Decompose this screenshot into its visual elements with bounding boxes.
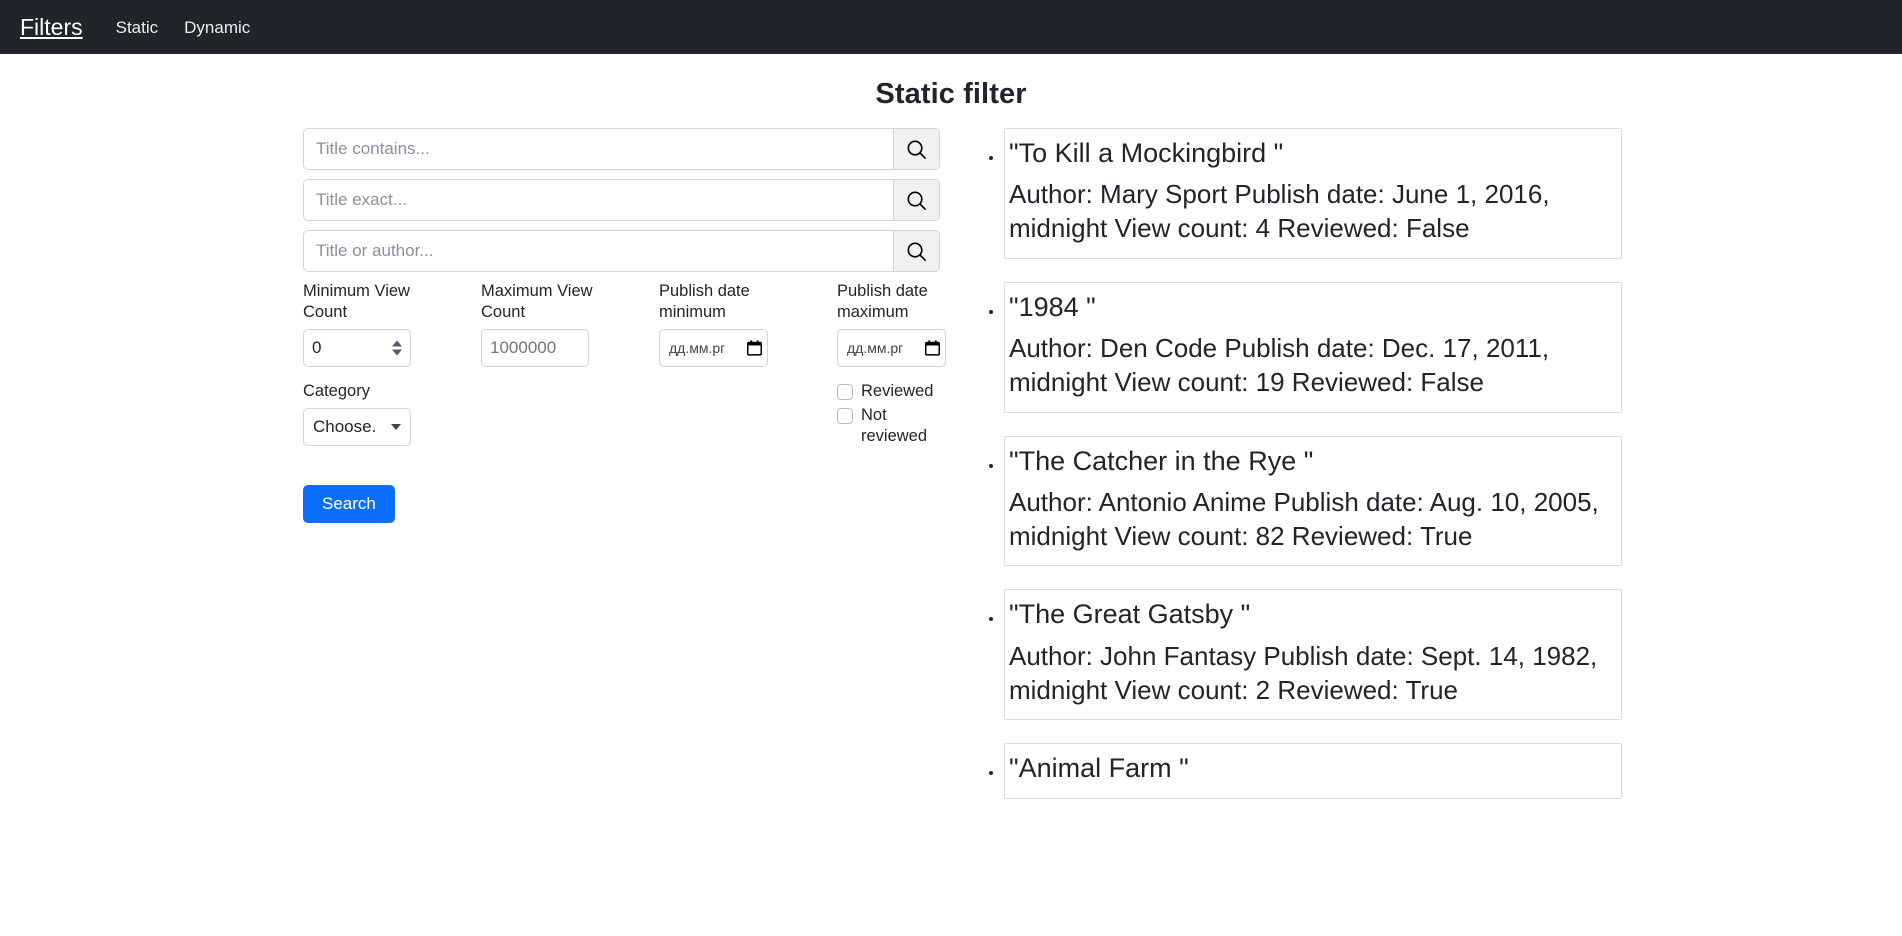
title-exact-group (303, 179, 940, 221)
book-meta: Author: Antonio Anime Publish date: Aug.… (1009, 486, 1599, 552)
max-view-count-label: Maximum View Count (481, 282, 593, 322)
publish-date-min-label: Publish date minimum (659, 282, 750, 322)
not-reviewed-checkbox-label: Not reviewed (861, 406, 928, 446)
calendar-icon[interactable] (747, 340, 762, 356)
list-item: "Animal Farm " (1004, 743, 1622, 800)
book-meta: Author: Den Code Publish date: Dec. 17, … (1009, 332, 1550, 398)
spacer-cell-2 (659, 381, 837, 450)
publish-date-min-input[interactable]: дд.мм.рг (659, 329, 768, 368)
book-meta: Author: John Fantasy Publish date: Sept.… (1009, 640, 1598, 705)
book-title: "To Kill a Mockingbird " (1009, 138, 1284, 168)
book-title: "Animal Farm " (1009, 753, 1189, 784)
reviewed-checkbox-label: Reviewed (861, 382, 934, 401)
calendar-icon[interactable] (925, 340, 940, 356)
results-list: "To Kill a Mockingbird " Author: Mary Sp… (982, 128, 1622, 800)
chevron-down-icon (391, 424, 401, 431)
publish-date-min-placeholder: дд.мм.рг (669, 340, 726, 357)
nav-link-static[interactable]: Static (116, 19, 159, 36)
not-reviewed-checkbox[interactable] (837, 408, 853, 425)
nav-link-dynamic[interactable]: Dynamic (184, 19, 250, 36)
search-icon (907, 191, 926, 210)
category-and-review-row: Category Choose. Reviewed Not reviewed (303, 381, 968, 450)
publish-date-max-label: Publish date maximum (837, 282, 928, 322)
navbar-brand[interactable]: Filters (20, 15, 83, 39)
filter-form: Minimum View Count Maximum View Count Pu… (303, 128, 968, 523)
title-contains-input[interactable] (303, 128, 893, 170)
search-icon-button-title-or-author[interactable] (893, 230, 940, 272)
stepper-down-icon[interactable] (392, 349, 402, 356)
list-item: "1984 " Author: Den Code Publish date: D… (1004, 281, 1622, 413)
category-cell: Category Choose. (303, 381, 481, 450)
title-exact-input[interactable] (303, 179, 893, 221)
min-view-count-label: Minimum View Count (303, 282, 410, 322)
filter-fields-row: Minimum View Count Maximum View Count Pu… (303, 281, 968, 368)
search-icon (907, 140, 926, 159)
book-card: "Animal Farm " (1004, 743, 1622, 800)
page-title: Static filter (875, 78, 1027, 110)
book-card: "The Great Gatsby " Author: John Fantasy… (1004, 589, 1622, 721)
book-card: "To Kill a Mockingbird " Author: Mary Sp… (1004, 128, 1622, 259)
stepper-up-icon[interactable] (392, 340, 402, 347)
min-view-count-wrap (303, 329, 411, 368)
navbar: Filters Static Dynamic (0, 0, 1902, 54)
search-icon-button-title-contains[interactable] (893, 128, 940, 170)
min-view-count-cell: Minimum View Count (303, 281, 481, 368)
page-layout: Minimum View Count Maximum View Count Pu… (0, 128, 1902, 822)
max-view-count-input[interactable] (481, 329, 589, 368)
reviewed-checkbox[interactable] (837, 384, 853, 401)
category-label: Category (303, 382, 370, 401)
search-icon-button-title-exact[interactable] (893, 179, 940, 221)
category-select[interactable]: Choose. (303, 408, 411, 447)
search-icon (907, 242, 926, 261)
book-card: "1984 " Author: Den Code Publish date: D… (1004, 281, 1622, 413)
publish-date-max-placeholder: дд.мм.рг (847, 340, 904, 357)
category-selected-value: Choose. (313, 417, 377, 437)
book-title: "The Great Gatsby " (1009, 599, 1251, 630)
book-title: "1984 " (1009, 291, 1096, 322)
list-item: "The Great Gatsby " Author: John Fantasy… (1004, 589, 1622, 721)
results-panel: "To Kill a Mockingbird " Author: Mary Sp… (982, 128, 1622, 822)
max-view-count-cell: Maximum View Count (481, 281, 659, 368)
title-or-author-group (303, 230, 940, 272)
publish-date-max-input[interactable]: дд.мм.рг (837, 329, 946, 368)
list-item: "The Catcher in the Rye " Author: Antoni… (1004, 435, 1622, 567)
publish-date-min-cell: Publish date minimum дд.мм.рг (659, 281, 837, 368)
quantity-stepper[interactable] (392, 340, 405, 356)
title-contains-group (303, 128, 940, 170)
search-submit-button[interactable]: Search (303, 484, 395, 523)
spacer-cell (481, 381, 659, 450)
book-meta: Author: Mary Sport Publish date: June 1,… (1009, 179, 1550, 244)
book-title: "The Catcher in the Rye " (1009, 445, 1314, 476)
title-or-author-input[interactable] (303, 230, 893, 272)
list-item: "To Kill a Mockingbird " Author: Mary Sp… (1004, 128, 1622, 259)
book-card: "The Catcher in the Rye " Author: Antoni… (1004, 435, 1622, 567)
